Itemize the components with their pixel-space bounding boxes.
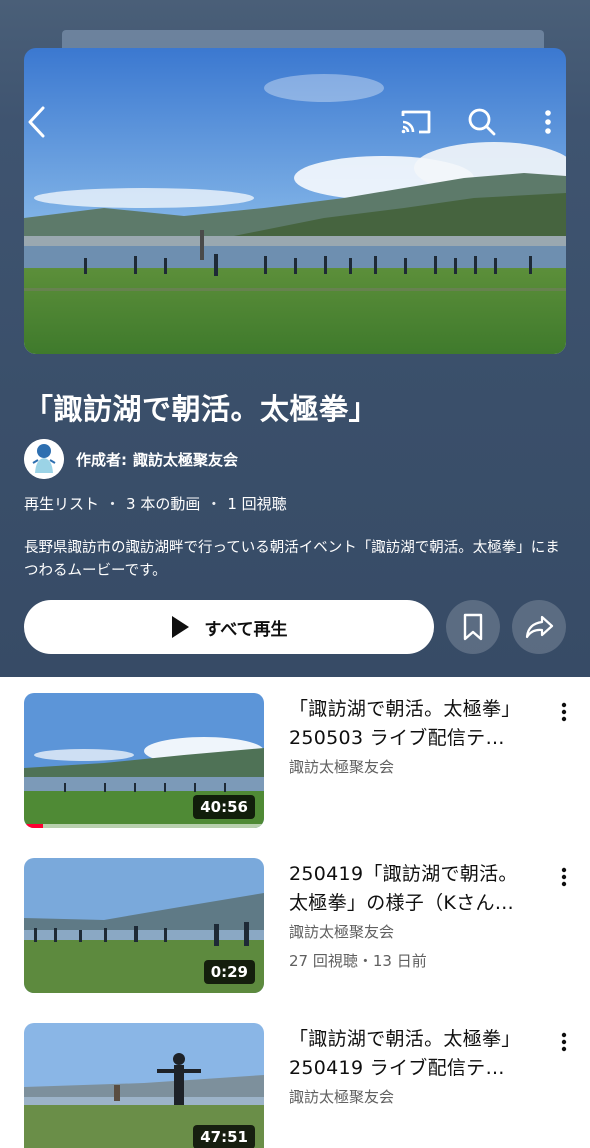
playlist-meta: 再生リスト ・ 3 本の動画 ・ 1 回視聴	[24, 493, 287, 514]
search-icon	[468, 108, 496, 136]
share-icon	[525, 615, 554, 639]
video-count: 3 本の動画	[126, 495, 201, 513]
duration-badge: 40:56	[193, 795, 255, 819]
channel-name[interactable]: 諏訪太極聚友会	[133, 449, 238, 470]
video-title-line: 250419 ライブ配信テ…	[289, 1057, 505, 1079]
video-more-button[interactable]	[552, 1027, 576, 1057]
video-thumbnail[interactable]: 40:56	[24, 693, 264, 828]
duration-badge: 0:29	[203, 960, 255, 984]
video-more-button[interactable]	[552, 862, 576, 892]
video-thumbnail[interactable]: 47:51	[24, 1023, 264, 1148]
video-channel: 諏訪太極聚友会	[289, 923, 395, 941]
play-all-button[interactable]: すべて再生	[24, 600, 434, 654]
search-button[interactable]	[460, 100, 504, 144]
channel-avatar[interactable]	[24, 439, 64, 479]
playlist-type: 再生リスト	[24, 495, 100, 513]
more-options-button[interactable]	[530, 100, 566, 144]
more-vert-icon	[561, 702, 567, 722]
playlist-hero-thumbnail[interactable]	[24, 48, 566, 354]
avatar-illustration	[24, 439, 64, 479]
playlist-description[interactable]: 長野県諏訪市の諏訪湖畔で行っている朝活イベント「諏訪湖で朝活。太極拳」にまつわる…	[24, 537, 569, 583]
channel-prefix: 作成者:	[76, 450, 127, 469]
video-title-line: 「諏訪湖で朝活。太極拳」	[289, 698, 521, 720]
video-channel: 諏訪太極聚友会	[289, 1088, 395, 1106]
more-vert-icon	[545, 110, 551, 134]
bookmark-icon	[463, 613, 483, 641]
video-more-button[interactable]	[552, 697, 576, 727]
progress-track	[24, 824, 264, 828]
back-button[interactable]	[14, 94, 58, 150]
channel-row[interactable]: 作成者: 諏訪太極聚友会	[24, 438, 238, 480]
meta-separator: ・	[206, 495, 222, 513]
video-title-line: 250419「諏訪湖で朝活。	[289, 863, 518, 885]
play-all-label: すべて再生	[204, 619, 288, 640]
save-playlist-button[interactable]	[446, 600, 500, 654]
share-button[interactable]	[512, 600, 566, 654]
cast-button[interactable]	[394, 100, 438, 144]
playlist-title: 「諏訪湖で朝活。太極拳」	[24, 392, 379, 426]
video-channel: 諏訪太極聚友会	[289, 758, 395, 776]
watch-progress-bar	[24, 824, 44, 828]
video-thumbnail[interactable]: 0:29	[24, 858, 264, 993]
cast-icon	[401, 110, 431, 134]
list-item[interactable]: 40:56 「諏訪湖で朝活。太極拳」 250503 ライブ配信テ… 諏訪太極聚友…	[0, 693, 590, 833]
lake-scene-image	[24, 48, 566, 354]
chevron-left-icon	[28, 106, 45, 138]
video-title[interactable]: 「諏訪湖で朝活。太極拳」 250419 ライブ配信テ…	[289, 1025, 551, 1083]
video-title-line: 「諏訪湖で朝活。太極拳」	[289, 1028, 521, 1050]
list-item[interactable]: 47:51 「諏訪湖で朝活。太極拳」 250419 ライブ配信テ… 諏訪太極聚友…	[0, 1023, 590, 1148]
video-title-line: 250503 ライブ配信テ…	[289, 727, 505, 749]
duration-badge: 47:51	[193, 1125, 255, 1148]
more-vert-icon	[561, 867, 567, 887]
video-title[interactable]: 250419「諏訪湖で朝活。 太極拳」の様子（Kさん…	[289, 860, 551, 918]
more-vert-icon	[561, 1032, 567, 1052]
playlist-header: 「諏訪湖で朝活。太極拳」 作成者: 諏訪太極聚友会 再生リスト ・ 3 本の動画…	[0, 0, 590, 677]
list-item[interactable]: 0:29 250419「諏訪湖で朝活。 太極拳」の様子（Kさん… 諏訪太極聚友会…	[0, 858, 590, 998]
play-icon	[172, 616, 190, 638]
video-stats: 27 回視聴・13 日前	[289, 952, 427, 970]
video-title-line: 太極拳」の様子（Kさん…	[289, 892, 515, 914]
video-title[interactable]: 「諏訪湖で朝活。太極拳」 250503 ライブ配信テ…	[289, 695, 551, 753]
meta-separator: ・	[105, 495, 121, 513]
view-count: 1 回視聴	[227, 495, 287, 513]
